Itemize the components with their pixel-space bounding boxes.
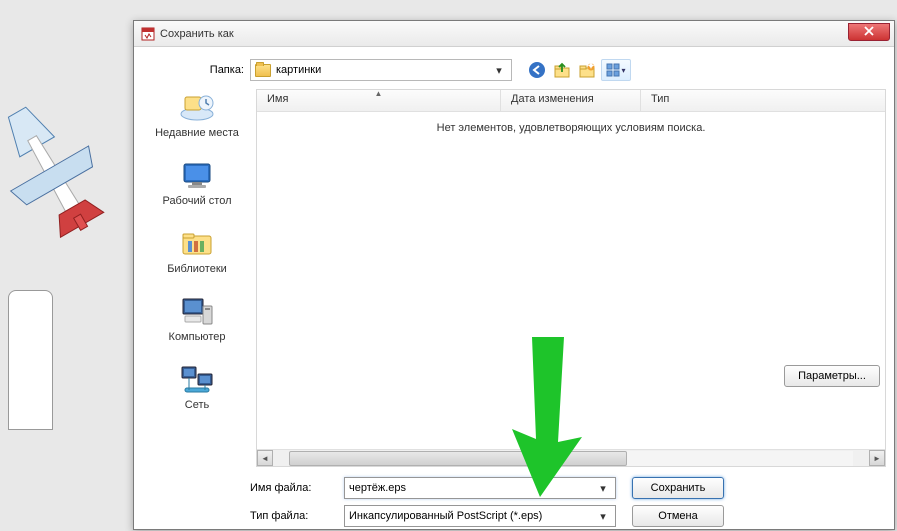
background-plane-image: [0, 95, 105, 245]
background-shape: [8, 290, 53, 430]
cancel-button[interactable]: Отмена: [632, 505, 724, 527]
computer-icon: [178, 295, 216, 329]
folder-label: Папка:: [192, 64, 244, 76]
app-icon: [140, 26, 156, 42]
filetype-combo[interactable]: Инкапсулированный PostScript (*.eps) ▾: [344, 505, 616, 527]
place-desktop[interactable]: Рабочий стол: [142, 159, 252, 207]
scroll-left-icon[interactable]: ◄: [257, 450, 273, 466]
filename-label: Имя файла:: [250, 482, 338, 494]
column-headers: Имя ▲ Дата изменения Тип: [257, 90, 885, 112]
titlebar-text: Сохранить как: [160, 28, 234, 40]
up-one-level-icon[interactable]: [551, 59, 573, 81]
scroll-track[interactable]: [289, 451, 853, 466]
view-menu-icon[interactable]: ▾: [601, 59, 631, 81]
recent-places-icon: [178, 91, 216, 125]
place-label: Рабочий стол: [142, 195, 252, 207]
libraries-icon: [178, 227, 216, 261]
filename-combo[interactable]: ▾: [344, 477, 616, 499]
save-as-dialog: Сохранить как Папка: картинки ▾ ✦ ▾: [133, 20, 895, 530]
folder-dropdown[interactable]: картинки ▾: [250, 59, 512, 81]
titlebar: Сохранить как: [134, 21, 894, 47]
save-button[interactable]: Сохранить: [632, 477, 724, 499]
scroll-right-icon[interactable]: ►: [869, 450, 885, 466]
filetype-label: Тип файла:: [250, 510, 338, 522]
place-recent[interactable]: Недавние места: [142, 91, 252, 139]
empty-message: Нет элементов, удовлетворяющих условиям …: [437, 122, 706, 134]
place-label: Библиотеки: [142, 263, 252, 275]
place-network[interactable]: Сеть: [142, 363, 252, 411]
place-label: Недавние места: [142, 127, 252, 139]
column-name-label: Имя: [267, 93, 288, 105]
filetype-value: Инкапсулированный PostScript (*.eps): [349, 510, 595, 522]
network-icon: [178, 363, 216, 397]
column-name[interactable]: Имя ▲: [257, 90, 501, 111]
place-computer[interactable]: Компьютер: [142, 295, 252, 343]
places-sidebar: Недавние места Рабочий стол Библиотеки К…: [142, 89, 252, 467]
parameters-button[interactable]: Параметры...: [784, 365, 880, 387]
column-date[interactable]: Дата изменения: [501, 90, 641, 111]
place-libraries[interactable]: Библиотеки: [142, 227, 252, 275]
chevron-down-icon[interactable]: ▾: [595, 482, 611, 495]
scroll-thumb[interactable]: [289, 451, 627, 466]
folder-value: картинки: [276, 64, 491, 76]
desktop-icon: [178, 159, 216, 193]
filename-input[interactable]: [349, 482, 595, 494]
place-label: Компьютер: [142, 331, 252, 343]
sort-asc-icon: ▲: [375, 89, 383, 98]
folder-row: Папка: картинки ▾ ✦ ▾: [192, 59, 886, 81]
svg-text:✦: ✦: [586, 61, 595, 73]
chevron-down-icon: ▾: [491, 64, 507, 77]
folder-icon: [255, 64, 271, 77]
close-button[interactable]: [848, 23, 890, 41]
new-folder-icon[interactable]: ✦: [576, 59, 598, 81]
column-type[interactable]: Тип: [641, 90, 885, 111]
place-label: Сеть: [142, 399, 252, 411]
chevron-down-icon[interactable]: ▾: [595, 510, 611, 523]
file-pane: Имя ▲ Дата изменения Тип Нет элементов, у…: [256, 89, 886, 467]
horizontal-scrollbar[interactable]: ◄ ►: [257, 449, 885, 466]
back-icon[interactable]: [526, 59, 548, 81]
file-list: Нет элементов, удовлетворяющих условиям …: [257, 112, 885, 449]
